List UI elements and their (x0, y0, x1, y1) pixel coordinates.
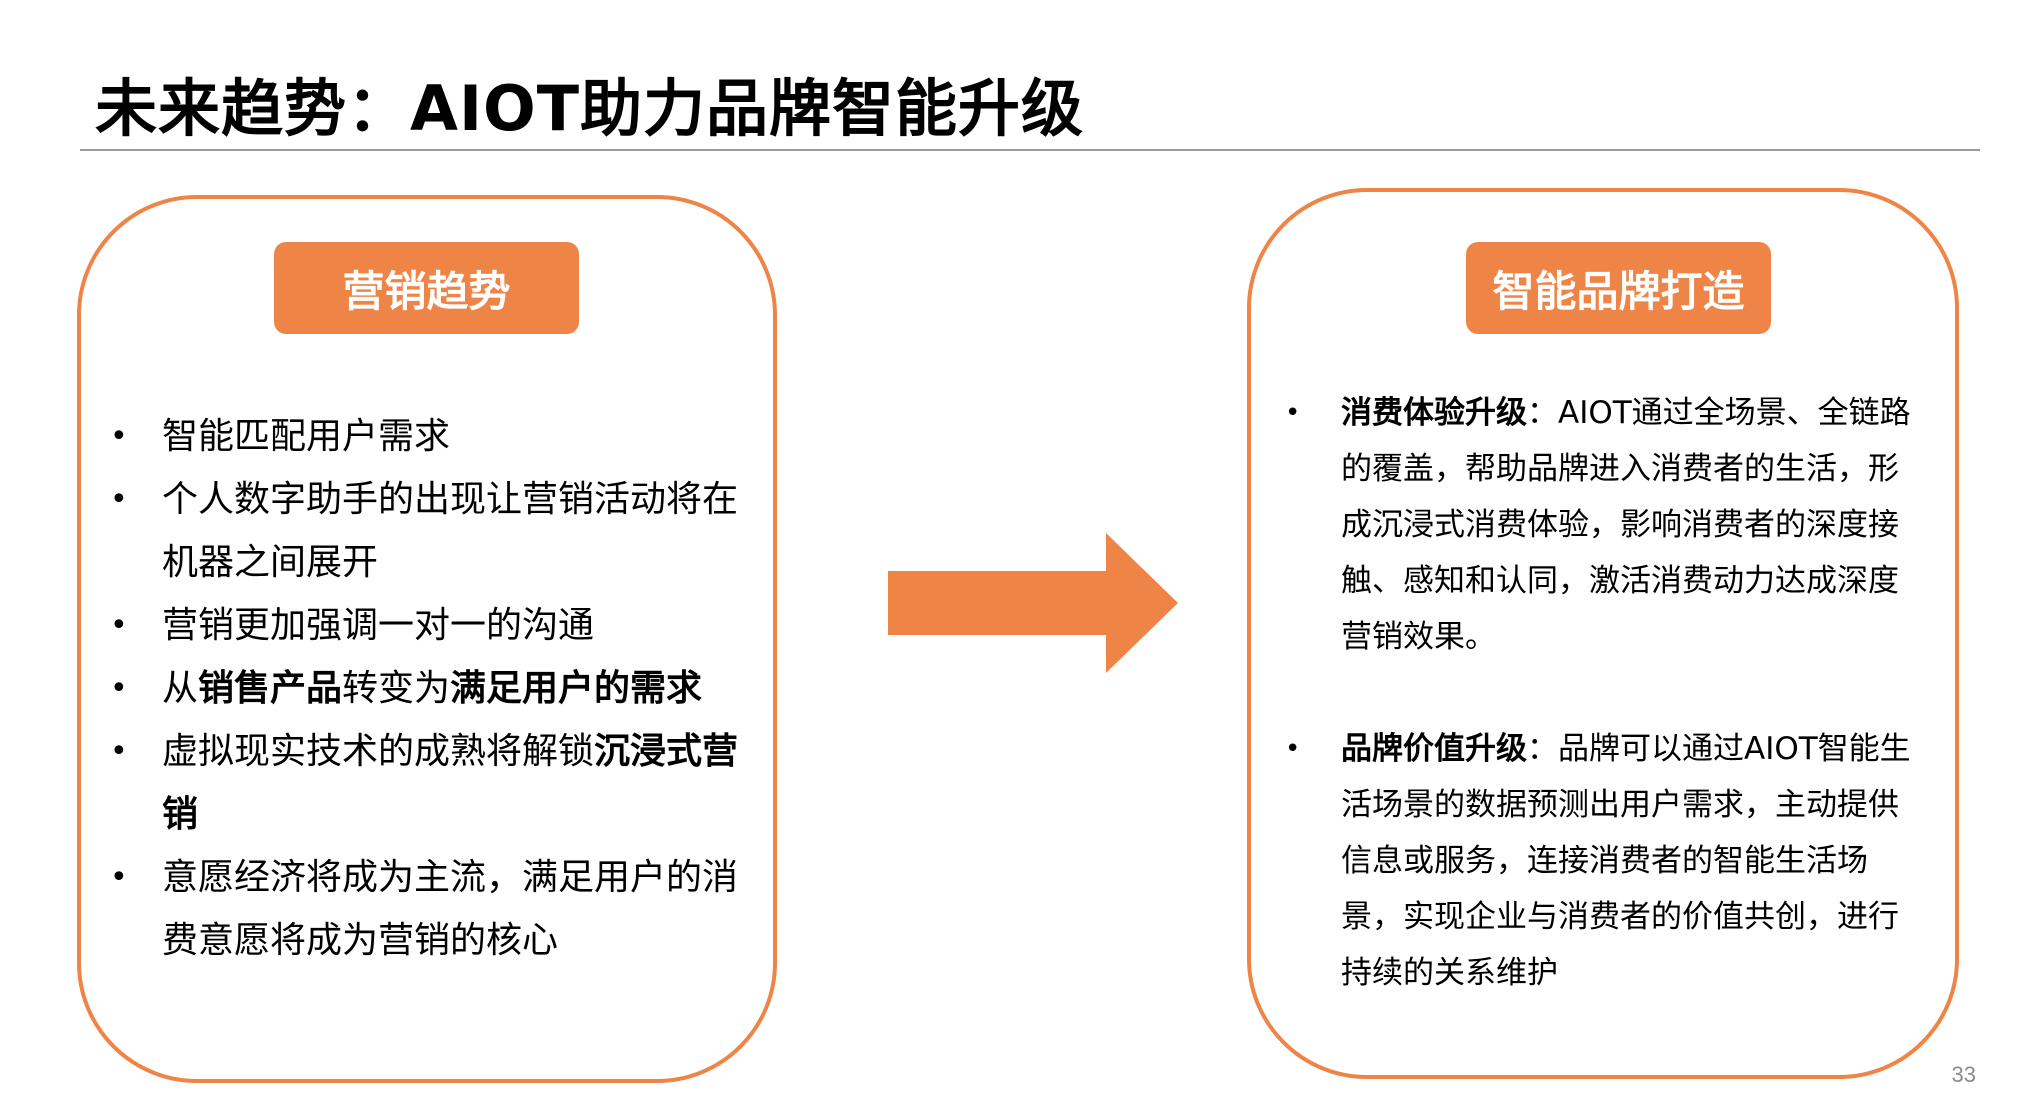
title-divider (80, 149, 1980, 151)
list-item: • 消费体验升级：AIOT通过全场景、全链路的覆盖，帮助品牌进入消费者的生活，形… (1285, 385, 1925, 665)
marketing-trends-header: 营销趋势 (274, 242, 579, 334)
slide-title: 未来趋势：AIOT助力品牌智能升级 (95, 72, 1085, 145)
bullet-icon: • (1285, 734, 1301, 764)
list-item-text: 从 (162, 668, 199, 709)
list-item-text: 意愿经济将成为主流，满足用户的消费意愿将成为营销的核心 (162, 857, 739, 961)
emphasis-text: 销售产品 (198, 668, 343, 709)
right-arrow-icon (888, 533, 1178, 673)
bullet-icon: • (110, 608, 128, 643)
bullet-icon: • (110, 482, 128, 517)
smart-brand-list: • 消费体验升级：AIOT通过全场景、全链路的覆盖，帮助品牌进入消费者的生活，形… (1285, 385, 1925, 1001)
bullet-icon: • (110, 671, 128, 706)
bullet-icon: • (110, 419, 128, 454)
list-item-text: 转变为 (342, 668, 451, 709)
item-text: ：AIOT通过全场景、全链路的覆盖，帮助品牌进入消费者的生活，形成沉浸式消费体验… (1341, 395, 1911, 655)
list-item-text: 智能匹配用户需求 (162, 416, 451, 457)
emphasis-text: 满足用户的需求 (450, 668, 703, 709)
list-item: • 营销更加强调一对一的沟通 (110, 594, 740, 657)
list-item-text: 个人数字助手的出现让营销活动将在机器之间展开 (162, 479, 739, 583)
list-item-text: 虚拟现实技术的成熟将解锁 (162, 731, 595, 772)
list-item: • 品牌价值升级：品牌可以通过AIOT智能生活场景的数据预测出用户需求，主动提供… (1285, 721, 1925, 1001)
bullet-icon: • (1285, 398, 1301, 428)
page-number: 33 (1951, 1062, 1976, 1087)
smart-brand-header: 智能品牌打造 (1466, 242, 1771, 334)
item-label: 消费体验升级 (1341, 395, 1527, 431)
item-label: 品牌价值升级 (1341, 731, 1527, 767)
list-item: • 智能匹配用户需求 (110, 405, 740, 468)
list-item: • 虚拟现实技术的成熟将解锁沉浸式营销 (110, 720, 740, 846)
marketing-trends-list: • 智能匹配用户需求 • 个人数字助手的出现让营销活动将在机器之间展开 • 营销… (110, 405, 740, 972)
list-item: • 意愿经济将成为主流，满足用户的消费意愿将成为营销的核心 (110, 846, 740, 972)
item-text: ：品牌可以通过AIOT智能生活场景的数据预测出用户需求，主动提供信息或服务，连接… (1341, 731, 1911, 991)
list-item: • 个人数字助手的出现让营销活动将在机器之间展开 (110, 468, 740, 594)
bullet-icon: • (110, 860, 128, 895)
list-item-text: 营销更加强调一对一的沟通 (162, 605, 595, 646)
list-item: • 从销售产品转变为满足用户的需求 (110, 657, 740, 720)
bullet-icon: • (110, 734, 128, 769)
